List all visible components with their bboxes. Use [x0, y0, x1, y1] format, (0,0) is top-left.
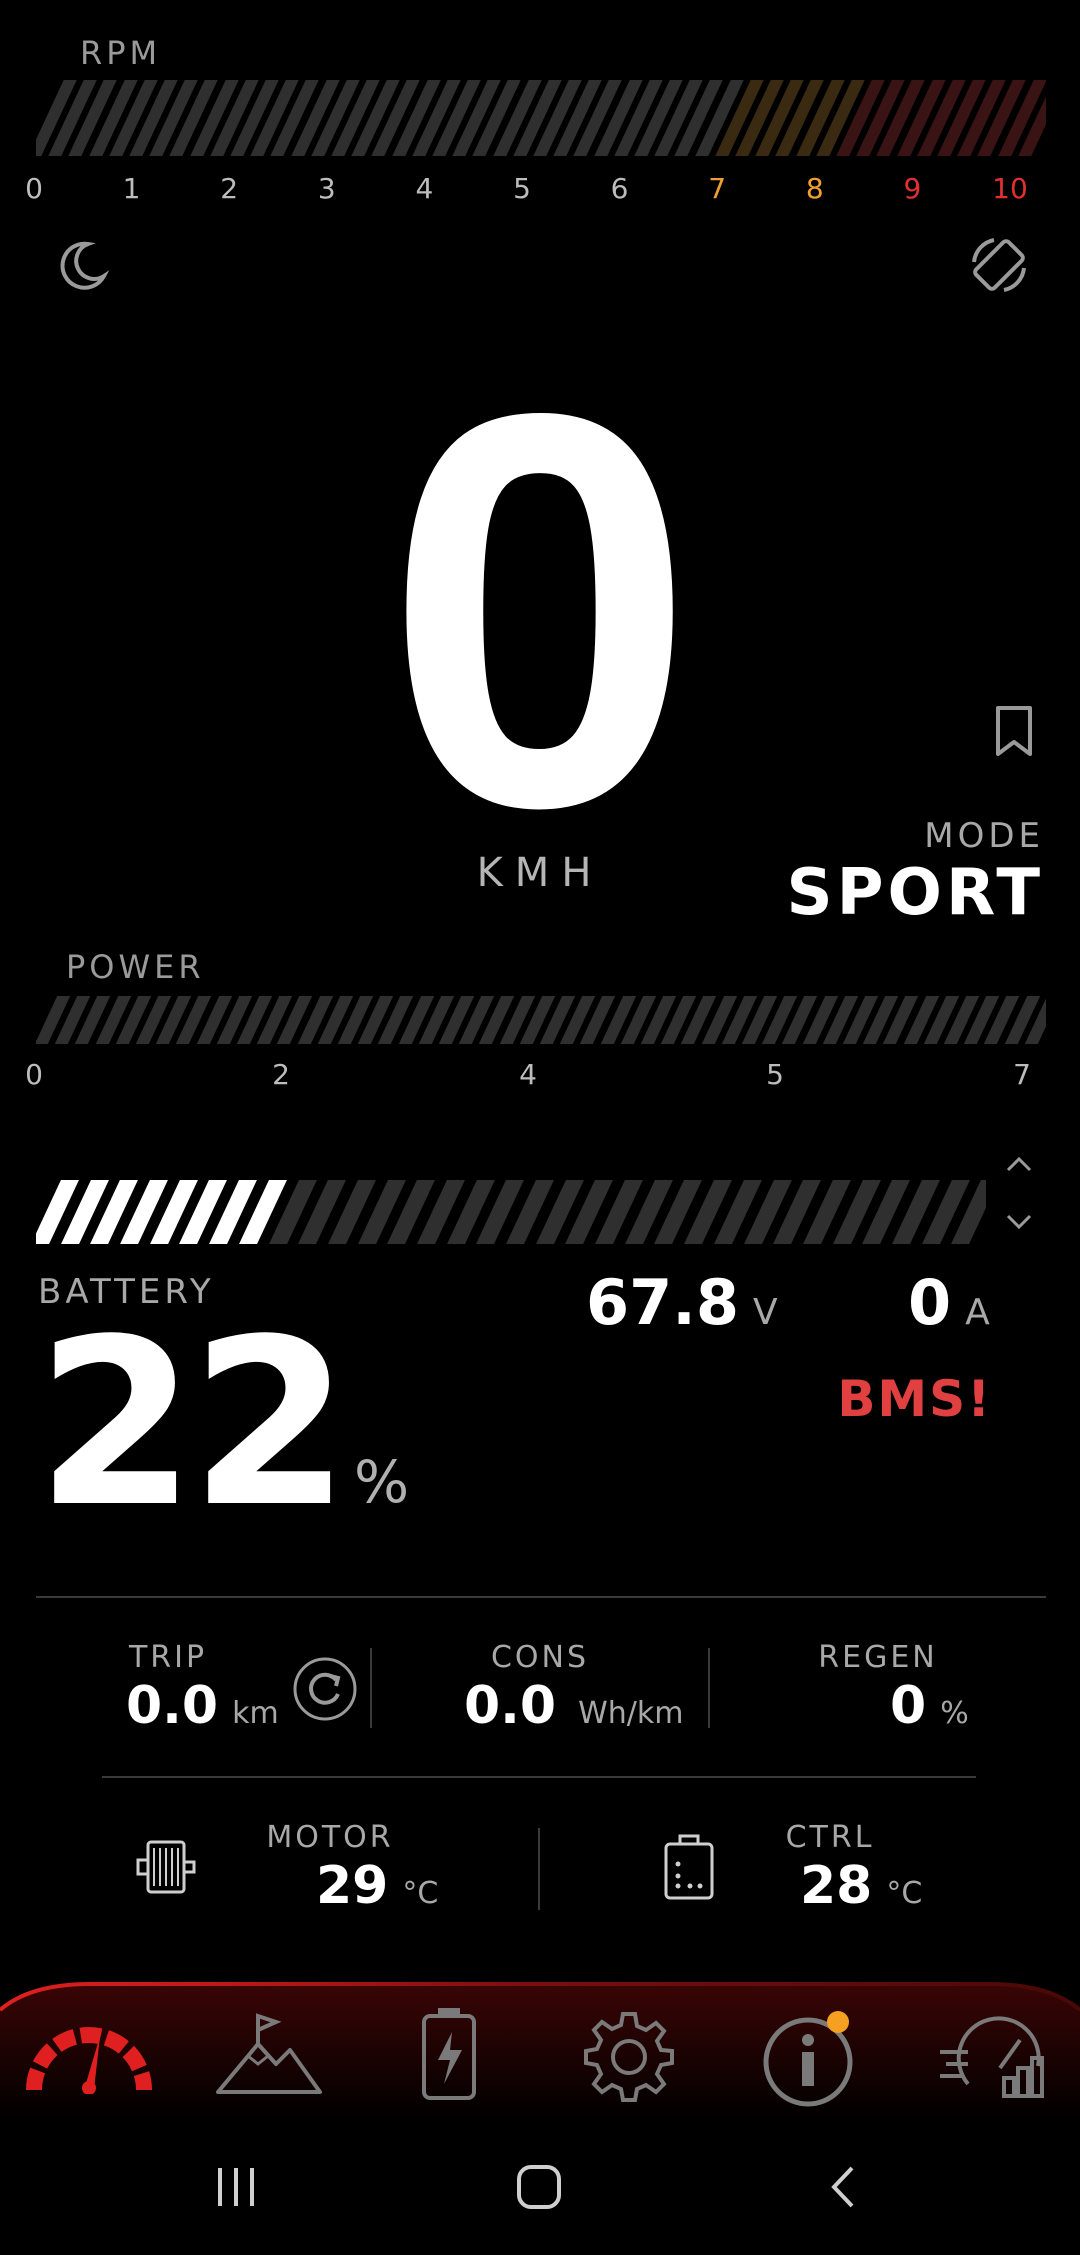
power-bar	[36, 996, 1046, 1044]
info-icon[interactable]	[762, 2008, 862, 2108]
motor-value: 29 °C	[316, 1856, 438, 1916]
gauge-stats-icon[interactable]	[938, 2012, 1048, 2102]
trip-label: TRIP	[128, 1640, 208, 1675]
divider	[36, 1596, 1046, 1598]
rpm-tick-label: 5	[513, 172, 531, 205]
ctrl-unit: °C	[886, 1876, 923, 1911]
rpm-tick-label: 4	[415, 172, 434, 205]
battery-voltage-unit: V	[752, 1292, 778, 1333]
power-tick-label: 5	[766, 1058, 784, 1091]
divider	[708, 1648, 710, 1728]
chevron-down-icon[interactable]	[1004, 1212, 1034, 1232]
mountain-flag-icon[interactable]	[214, 2012, 324, 2096]
regen-unit: %	[940, 1696, 969, 1731]
cons-value: 0.0 Wh/km	[464, 1676, 684, 1736]
rpm-label: RPM	[80, 34, 162, 72]
battery-voltage: 67.8 V	[586, 1266, 778, 1339]
battery-bar	[36, 1180, 986, 1244]
gear-icon[interactable]	[582, 2010, 676, 2104]
regen-label: REGEN	[818, 1640, 938, 1675]
motor-label: MOTOR	[266, 1820, 394, 1855]
motor-icon	[134, 1834, 198, 1900]
regen-value: 0%	[890, 1676, 969, 1736]
battery-current-value: 0	[908, 1266, 952, 1339]
moon-icon[interactable]	[54, 238, 110, 294]
battery-current-unit: A	[965, 1292, 990, 1333]
refresh-icon[interactable]	[292, 1656, 358, 1722]
cons-label: CONS	[490, 1640, 590, 1675]
power-tick-label: 0	[25, 1058, 43, 1091]
back-icon[interactable]	[822, 2162, 862, 2212]
battery-current: 0A	[908, 1266, 990, 1339]
mode-value[interactable]: SPORT	[787, 856, 1044, 930]
rpm-tick-label: 0	[25, 172, 43, 205]
rpm-tick-label: 9	[903, 172, 922, 205]
battery-charge-icon[interactable]	[420, 2006, 478, 2102]
speedometer-icon[interactable]	[26, 2018, 152, 2094]
motor-unit: °C	[402, 1876, 439, 1911]
rpm-tick-label: 6	[610, 172, 629, 205]
divider	[102, 1776, 976, 1778]
trip-value: 0.0 km	[126, 1676, 279, 1736]
recent-apps-icon[interactable]	[212, 2162, 262, 2212]
chevron-up-icon[interactable]	[1004, 1154, 1034, 1174]
bms-warning[interactable]: BMS!	[837, 1370, 992, 1428]
rpm-tick-label: 8	[805, 172, 824, 205]
mode-label: MODE	[924, 816, 1044, 856]
bookmark-icon[interactable]	[992, 704, 1036, 758]
battery-percent: 22	[36, 1291, 350, 1558]
rpm-tick-label: 7	[708, 172, 727, 205]
rpm-tick-label: 3	[317, 172, 336, 205]
power-label: POWER	[66, 948, 205, 986]
rpm-bar	[36, 80, 1046, 156]
battery-voltage-value: 67.8	[586, 1266, 739, 1339]
divider	[370, 1648, 372, 1728]
trip-unit: km	[232, 1696, 279, 1731]
home-icon[interactable]	[514, 2162, 564, 2212]
battery-percent-sign: %	[354, 1448, 410, 1516]
cons-number: 0.0	[464, 1676, 557, 1736]
speed-value: 0	[384, 297, 696, 923]
power-tick-label: 2	[272, 1058, 290, 1091]
ctrl-value: 28 °C	[800, 1856, 922, 1916]
trip-number: 0.0	[126, 1676, 219, 1736]
ctrl-number: 28	[800, 1856, 873, 1916]
rpm-tick-label: 2	[220, 172, 239, 205]
regen-number: 0	[890, 1676, 927, 1736]
motor-number: 29	[316, 1856, 389, 1916]
bottom-nav	[0, 1980, 1080, 2120]
divider	[538, 1828, 540, 1910]
power-tick-label: 4	[519, 1058, 537, 1091]
controller-icon	[662, 1834, 716, 1902]
rpm-tick-label: 10	[992, 172, 1028, 205]
screen-rotate-icon[interactable]	[966, 232, 1032, 298]
power-tick-label: 7	[1013, 1058, 1031, 1091]
ctrl-label: CTRL	[785, 1820, 875, 1855]
cons-unit: Wh/km	[578, 1696, 684, 1731]
rpm-tick-label: 1	[122, 172, 141, 205]
